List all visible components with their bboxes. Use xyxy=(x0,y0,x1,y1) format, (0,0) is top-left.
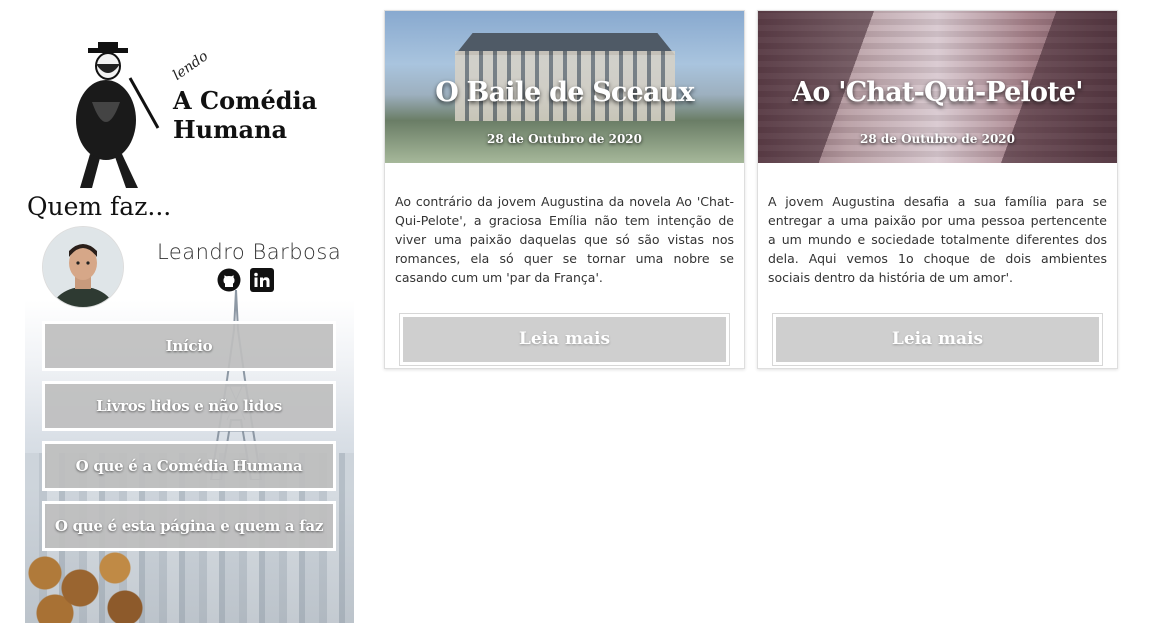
post-card: Ao 'Chat-Qui-Pelote' 28 de Outubro de 20… xyxy=(757,10,1118,369)
nav-inicio[interactable]: Início xyxy=(42,321,336,371)
linkedin-icon[interactable] xyxy=(250,268,274,292)
nav-livros[interactable]: Livros lidos e não lidos xyxy=(42,381,336,431)
post-hero-image: O Baile de Sceaux 28 de Outubro de 2020 xyxy=(385,11,744,163)
nav-comedia-humana[interactable]: O que é a Comédia Humana xyxy=(42,441,336,491)
post-excerpt: A jovem Augustina desafia a sua família … xyxy=(768,194,1107,285)
sidebar: lendo A Comédia Humana Quem faz... Leand… xyxy=(25,0,354,623)
author-avatar xyxy=(43,227,123,307)
quem-faz-heading: Quem faz... xyxy=(27,192,172,221)
author-name: Leandro Barbosa xyxy=(157,240,342,264)
read-more-button[interactable]: Leia mais xyxy=(773,314,1102,365)
main-navigation: Início Livros lidos e não lidos O que é … xyxy=(42,321,336,561)
github-icon[interactable] xyxy=(217,268,241,292)
social-links xyxy=(217,268,274,292)
post-title[interactable]: O Baile de Sceaux xyxy=(385,77,744,108)
post-excerpt: Ao contrário da jovem Augustina da novel… xyxy=(395,194,734,285)
logo-kicker: lendo xyxy=(169,48,212,84)
post-title[interactable]: Ao 'Chat-Qui-Pelote' xyxy=(758,77,1117,108)
post-card: O Baile de Sceaux 28 de Outubro de 2020 … xyxy=(384,10,745,369)
post-date: 28 de Outubro de 2020 xyxy=(486,132,643,146)
site-title[interactable]: A Comédia Humana xyxy=(173,86,343,144)
balzac-caricature-logo[interactable] xyxy=(58,42,168,190)
post-date: 28 de Outubro de 2020 xyxy=(859,132,1016,146)
post-hero-image: Ao 'Chat-Qui-Pelote' 28 de Outubro de 20… xyxy=(758,11,1117,163)
nav-sobre[interactable]: O que é esta página e quem a faz xyxy=(42,501,336,551)
read-more-button[interactable]: Leia mais xyxy=(400,314,729,365)
